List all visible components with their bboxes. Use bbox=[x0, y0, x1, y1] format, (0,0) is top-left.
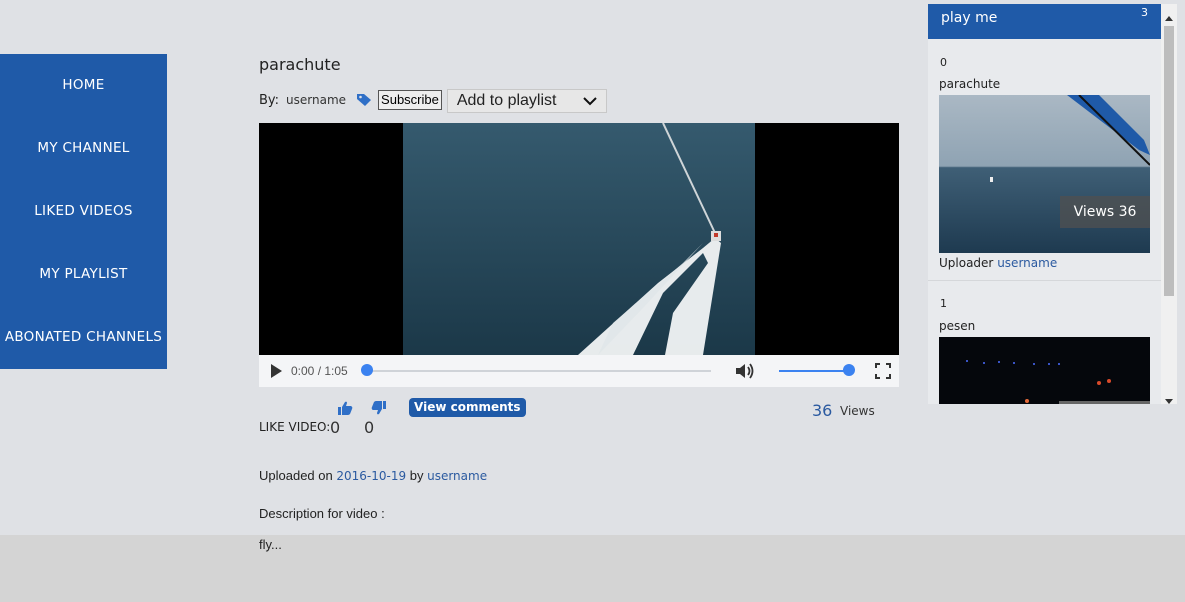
scroll-thumb[interactable] bbox=[1164, 26, 1174, 296]
description-label: Description for video : bbox=[259, 506, 385, 521]
video-title: parachute bbox=[259, 55, 341, 74]
item-index: 1 bbox=[940, 297, 947, 310]
description-text: fly... bbox=[259, 537, 282, 552]
fullscreen-icon[interactable] bbox=[875, 363, 891, 384]
dislike-count: 0 bbox=[364, 418, 375, 437]
author-name[interactable]: username bbox=[286, 93, 346, 107]
playlist-count: 3 bbox=[1141, 6, 1148, 19]
volume-slider[interactable] bbox=[779, 370, 851, 372]
uploader-link[interactable]: username bbox=[427, 469, 487, 483]
chevron-down-icon bbox=[582, 93, 598, 114]
tag-icon[interactable] bbox=[356, 93, 372, 107]
seek-bar[interactable] bbox=[367, 370, 711, 372]
video-player[interactable]: 0:00 / 1:05 bbox=[259, 123, 899, 387]
like-count: 0 bbox=[330, 418, 341, 437]
volume-handle[interactable] bbox=[843, 364, 855, 376]
nav-my-channel[interactable]: MY CHANNEL bbox=[0, 140, 167, 156]
views-label: Views bbox=[840, 404, 875, 418]
nav-home[interactable]: HOME bbox=[0, 77, 167, 93]
scroll-down-icon[interactable] bbox=[1165, 392, 1173, 404]
nav-abonated-channels[interactable]: ABONATED CHANNELS bbox=[0, 329, 167, 345]
by-label: By: bbox=[259, 92, 280, 108]
thumbnail-image bbox=[939, 95, 1150, 253]
playlist-title: play me bbox=[941, 10, 998, 26]
upload-date-link[interactable]: 2016-10-19 bbox=[336, 469, 406, 483]
byline: By: username Subscribe Add to playlist bbox=[259, 88, 607, 114]
add-to-playlist-select[interactable]: Add to playlist bbox=[446, 88, 607, 114]
playlist-header: play me 3 bbox=[928, 4, 1161, 39]
playlist-item[interactable]: 0 parachute Views 36 Uploader username bbox=[928, 39, 1161, 279]
uploader-label: Uploader bbox=[939, 256, 994, 270]
playlist-panel: play me 3 0 parachute Views 36 Uploader … bbox=[928, 4, 1177, 404]
item-title[interactable]: parachute bbox=[939, 77, 1000, 91]
upload-info: Uploaded on 2016-10-19 by username bbox=[259, 468, 487, 483]
like-video-label: LIKE VIDEO: bbox=[259, 420, 331, 434]
uploaded-prefix: Uploaded on bbox=[259, 468, 333, 483]
page-footer bbox=[0, 535, 1185, 602]
thumbnail-views-badge: Views 36 bbox=[1060, 196, 1150, 228]
item-title[interactable]: pesen bbox=[939, 319, 975, 333]
item-thumbnail[interactable]: Views 36 bbox=[939, 95, 1150, 253]
volume-icon[interactable] bbox=[735, 362, 755, 385]
thumbnail-image bbox=[939, 337, 1150, 404]
thumbs-down-icon[interactable] bbox=[371, 400, 387, 416]
item-thumbnail[interactable] bbox=[939, 337, 1150, 404]
play-icon[interactable] bbox=[269, 363, 283, 384]
thumbs-up-icon[interactable] bbox=[337, 400, 353, 416]
time-display: 0:00 / 1:05 bbox=[291, 364, 348, 378]
subscribe-button[interactable]: Subscribe bbox=[378, 90, 442, 110]
seek-handle[interactable] bbox=[361, 364, 373, 376]
video-frame bbox=[403, 123, 755, 355]
playlist-select-value: Add to playlist bbox=[456, 91, 557, 109]
video-viewport[interactable] bbox=[259, 123, 899, 355]
item-uploader: Uploader username bbox=[939, 256, 1057, 270]
nav-my-playlist[interactable]: MY PLAYLIST bbox=[0, 266, 167, 282]
scroll-up-icon[interactable] bbox=[1165, 8, 1173, 26]
player-controls: 0:00 / 1:05 bbox=[259, 355, 899, 387]
uploaded-by: by bbox=[409, 468, 424, 483]
sidebar-nav: HOME MY CHANNEL LIKED VIDEOS MY PLAYLIST… bbox=[0, 54, 167, 369]
playlist-item[interactable]: 1 pesen bbox=[928, 281, 1161, 404]
item-index: 0 bbox=[940, 56, 947, 69]
view-comments-button[interactable]: View comments bbox=[409, 398, 526, 417]
item-uploader-link[interactable]: username bbox=[997, 256, 1057, 270]
views-count: 36 bbox=[812, 401, 833, 420]
nav-liked-videos[interactable]: LIKED VIDEOS bbox=[0, 203, 167, 219]
